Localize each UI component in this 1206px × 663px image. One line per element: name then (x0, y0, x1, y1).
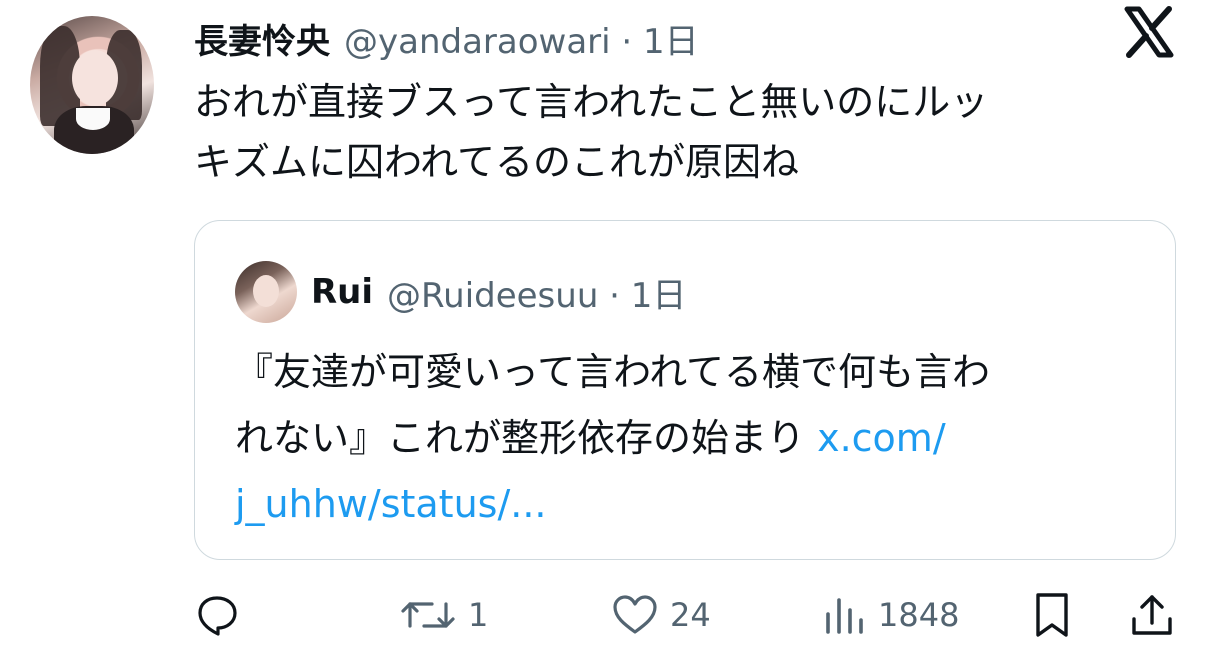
quoted-author-avatar[interactable] (235, 261, 297, 323)
tweet-header: 長妻怜央 @yandaraowari · 1日 (194, 10, 699, 66)
retweet-icon (398, 592, 458, 638)
tweet-text-line-1: おれが直接ブスって言われたこと無いのにルッ (194, 80, 989, 124)
share-button[interactable] (1128, 580, 1176, 650)
heart-icon (610, 592, 660, 638)
x-logo-icon (1124, 6, 1174, 58)
quoted-link[interactable]: x.com/ (817, 416, 946, 460)
quoted-author-handle-time[interactable]: @Ruideesuu · 1日 (387, 268, 686, 317)
quoted-tweet-text: 『友達が可愛いって言われてる横で何も言わ れない』これが整形依存の始まり x.c… (235, 339, 1155, 537)
quoted-author-display-name[interactable]: Rui (311, 272, 373, 312)
retweet-count: 1 (468, 596, 489, 634)
author-display-name[interactable]: 長妻怜央 (194, 14, 330, 63)
bookmark-icon (1032, 591, 1072, 639)
action-bar: 1 24 1848 (0, 580, 1206, 650)
quoted-tweet-header: Rui @Ruideesuu · 1日 (311, 261, 686, 323)
quoted-text-line-3: j_uhhw/status/... (235, 471, 1155, 537)
bookmark-button[interactable] (1032, 580, 1072, 650)
share-icon (1128, 591, 1176, 639)
views-button[interactable]: 1848 (822, 580, 959, 650)
views-count: 1848 (878, 596, 960, 634)
quoted-link-continued[interactable]: j_uhhw/status/... (235, 482, 547, 526)
quoted-text-line-2: れない』これが整形依存の始まり x.com/ (235, 405, 1155, 471)
quoted-tweet-card[interactable]: Rui @Ruideesuu · 1日 『友達が可愛いって言われてる横で何も言わ… (194, 220, 1176, 560)
like-button[interactable]: 24 (610, 580, 711, 650)
retweet-button[interactable]: 1 (398, 580, 488, 650)
tweet-text: おれが直接ブスって言われたこと無いのにルッ キズムに囚われてるのこれが原因ね (194, 72, 1154, 192)
reply-icon (194, 592, 240, 638)
tweet-text-line-2: キズムに囚われてるのこれが原因ね (194, 140, 799, 184)
author-avatar[interactable] (30, 16, 154, 154)
reply-button[interactable] (194, 580, 240, 650)
quoted-text-line-2-text: れない』これが整形依存の始まり (235, 416, 818, 460)
views-icon (822, 592, 868, 638)
quoted-text-line-1: 『友達が可愛いって言われてる横で何も言わ (235, 350, 991, 394)
author-handle-time[interactable]: @yandaraowari · 1日 (344, 14, 699, 63)
like-count: 24 (670, 596, 711, 634)
